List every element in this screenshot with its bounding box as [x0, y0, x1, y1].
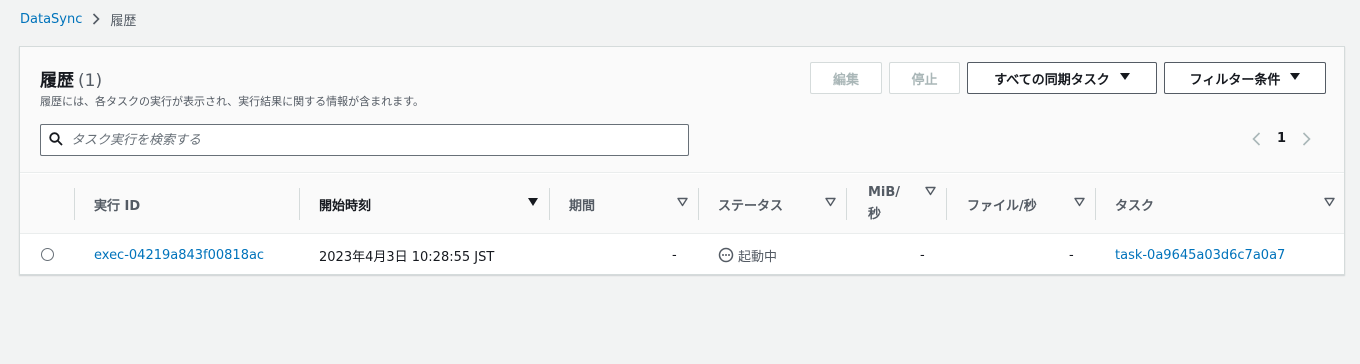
- row-select-radio[interactable]: [41, 248, 54, 261]
- page-title-text: 履歴: [40, 71, 74, 91]
- history-panel: 履歴 (1) 履歴には、各タスクの実行が表示され、実行結果に関する情報が含まれます…: [19, 46, 1345, 275]
- column-header-label: 期間: [569, 198, 596, 214]
- table-header: 実行 ID 開始時刻 期間 ステータス MiB/ 秒 ファイル/秒 タスク: [20, 174, 1344, 234]
- sort-icon[interactable]: [925, 186, 936, 196]
- panel-header: 履歴 (1) 履歴には、各タスクの実行が表示され、実行結果に関する情報が含まれます…: [20, 47, 1344, 173]
- sort-icon[interactable]: [677, 197, 688, 207]
- caret-down-icon: [1119, 72, 1130, 84]
- search-icon: [49, 131, 63, 150]
- status-badge: 起動中: [718, 246, 777, 265]
- breadcrumb-datasync-link[interactable]: DataSync: [20, 12, 82, 27]
- mib-per-sec-cell: -: [920, 247, 925, 263]
- column-header-mib-per-sec[interactable]: MiB/ 秒: [846, 174, 946, 234]
- caret-down-icon: [1290, 72, 1301, 84]
- prev-page-icon[interactable]: [1252, 131, 1261, 146]
- duration-cell: -: [672, 247, 677, 263]
- sort-icon[interactable]: [1074, 197, 1085, 207]
- page-title: 履歴 (1): [40, 66, 102, 91]
- chevron-right-icon: [92, 13, 101, 25]
- pagination: 1: [1252, 131, 1311, 146]
- item-count: (1): [78, 71, 103, 91]
- task-filter-dropdown[interactable]: すべての同期タスク: [967, 62, 1157, 94]
- column-header-label: 開始時刻: [319, 198, 372, 214]
- sort-icon[interactable]: [1324, 197, 1335, 207]
- stop-button[interactable]: 停止: [889, 62, 960, 94]
- search-box: [40, 124, 689, 156]
- edit-button[interactable]: 編集: [810, 62, 882, 94]
- status-cell: 起動中: [718, 235, 777, 275]
- column-header-label: 実行 ID: [94, 198, 141, 214]
- column-header-label: ファイル/秒: [967, 198, 1037, 214]
- current-page-number[interactable]: 1: [1277, 131, 1286, 146]
- column-header-exec-id[interactable]: 実行 ID: [74, 174, 299, 234]
- breadcrumb: DataSync 履歴: [20, 10, 137, 29]
- breadcrumb-current: 履歴: [110, 13, 137, 29]
- next-page-icon[interactable]: [1302, 131, 1311, 146]
- column-header-status[interactable]: ステータス: [698, 174, 846, 234]
- sort-descending-icon[interactable]: [527, 197, 539, 207]
- column-header-label: ステータス: [718, 198, 784, 214]
- column-header-label: MiB/: [868, 185, 901, 200]
- panel-description: 履歴には、各タスクの実行が表示され、実行結果に関する情報が含まれます。: [40, 95, 425, 108]
- column-header-label-line2: 秒: [868, 207, 882, 222]
- task-link[interactable]: task-0a9645a03d6c7a0a7: [1115, 235, 1285, 275]
- column-header-files-per-sec[interactable]: ファイル/秒: [946, 174, 1095, 234]
- column-header-label: タスク: [1115, 198, 1155, 214]
- filter-conditions-dropdown[interactable]: フィルター条件: [1164, 62, 1326, 94]
- files-per-sec-cell: -: [1069, 247, 1074, 263]
- search-input[interactable]: [71, 132, 671, 148]
- filter-conditions-label: フィルター条件: [1189, 72, 1281, 88]
- status-text: 起動中: [738, 249, 778, 265]
- start-time-cell: 2023年4月3日 10:28:55 JST: [319, 249, 495, 265]
- table-row[interactable]: exec-04219a843f00818ac 2023年4月3日 10:28:5…: [20, 235, 1344, 275]
- column-header-start-time[interactable]: 開始時刻: [299, 174, 549, 234]
- exec-id-link[interactable]: exec-04219a843f00818ac: [94, 235, 264, 275]
- pending-status-icon: [718, 247, 738, 263]
- task-filter-label: すべての同期タスク: [994, 72, 1110, 88]
- sort-icon[interactable]: [825, 197, 836, 207]
- column-header-duration[interactable]: 期間: [549, 174, 698, 234]
- column-header-task[interactable]: タスク: [1095, 174, 1345, 234]
